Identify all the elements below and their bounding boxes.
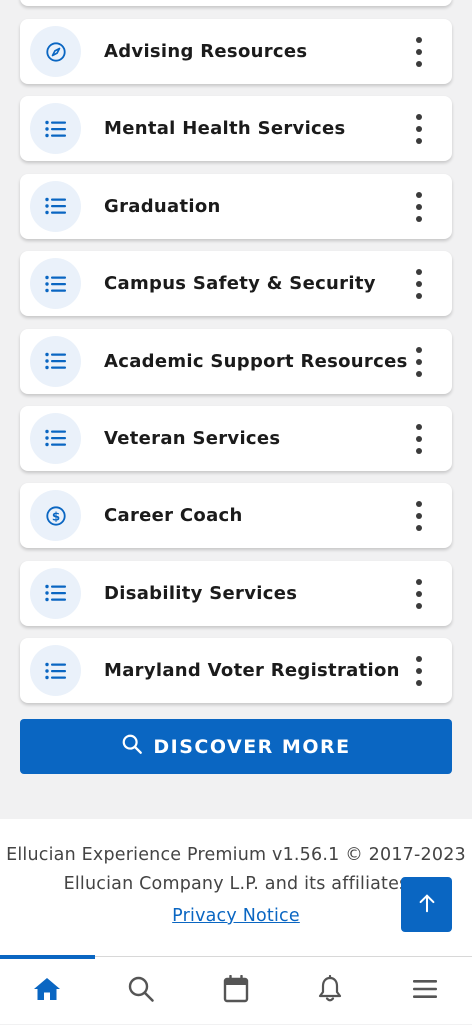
- card-career-coach[interactable]: $ Career Coach: [20, 483, 452, 549]
- search-icon: [121, 733, 143, 760]
- card-veteran-services[interactable]: Veteran Services: [20, 405, 452, 471]
- menu-icon: [412, 978, 438, 1004]
- svg-text:$: $: [51, 509, 59, 523]
- more-options-icon[interactable]: [412, 114, 426, 145]
- list-icon: [30, 335, 81, 387]
- more-options-icon[interactable]: [412, 423, 426, 454]
- card-campus-safety-security[interactable]: Campus Safety & Security: [20, 251, 452, 317]
- card-label: Veteran Services: [104, 427, 281, 449]
- previous-card[interactable]: [20, 0, 452, 6]
- nav-menu[interactable]: [378, 957, 472, 1025]
- card-label: Advising Resources: [104, 41, 308, 62]
- card-label: Graduation: [104, 195, 221, 217]
- list-icon: [30, 180, 81, 232]
- nav-home[interactable]: [0, 957, 94, 1025]
- card-label: Disability Services: [104, 582, 298, 604]
- back-to-top-button[interactable]: [401, 877, 452, 932]
- arrow-up-icon: [416, 892, 438, 918]
- more-options-icon[interactable]: [412, 656, 426, 687]
- card-maryland-voter-registration[interactable]: Maryland Voter Registration: [20, 638, 452, 704]
- card-mental-health-services[interactable]: Mental Health Services: [20, 96, 452, 162]
- card-advising-resources[interactable]: Advising Resources: [20, 19, 452, 84]
- compass-icon: [30, 26, 81, 77]
- more-options-icon[interactable]: [412, 578, 426, 609]
- list-icon: [30, 412, 81, 464]
- list-icon: [30, 645, 81, 697]
- list-icon: [30, 103, 81, 155]
- search-icon: [127, 975, 155, 1007]
- nav-calendar[interactable]: [189, 957, 283, 1025]
- card-list: Advising Resources Mental Health Service…: [20, 19, 452, 716]
- list-icon: [30, 567, 81, 619]
- more-options-icon[interactable]: [412, 269, 426, 300]
- footer-version-text: Ellucian Experience Premium v1.56.1 © 20…: [6, 845, 466, 865]
- nav-notifications[interactable]: [283, 957, 377, 1025]
- card-label: Academic Support Resources: [104, 350, 408, 372]
- card-label: Mental Health Services: [104, 118, 346, 140]
- nav-search[interactable]: [94, 957, 188, 1025]
- card-label: Maryland Voter Registration: [104, 660, 400, 682]
- calendar-icon: [223, 974, 249, 1007]
- card-label: Career Coach: [104, 505, 243, 527]
- more-options-icon[interactable]: [412, 346, 426, 377]
- more-options-icon[interactable]: [412, 37, 426, 67]
- dollar-icon: $: [30, 490, 81, 542]
- card-label: Campus Safety & Security: [104, 273, 376, 295]
- card-disability-services[interactable]: Disability Services: [20, 560, 452, 626]
- discover-more-button[interactable]: DISCOVER MORE: [20, 719, 452, 774]
- bottom-navigation: [0, 955, 472, 1025]
- list-icon: [30, 258, 81, 310]
- more-options-icon[interactable]: [412, 191, 426, 222]
- home-icon: [33, 976, 61, 1006]
- bell-icon: [317, 974, 343, 1007]
- more-options-icon[interactable]: [412, 501, 426, 532]
- card-graduation[interactable]: Graduation: [20, 173, 452, 239]
- card-academic-support-resources[interactable]: Academic Support Resources: [20, 328, 452, 394]
- discover-more-label: DISCOVER MORE: [153, 735, 351, 758]
